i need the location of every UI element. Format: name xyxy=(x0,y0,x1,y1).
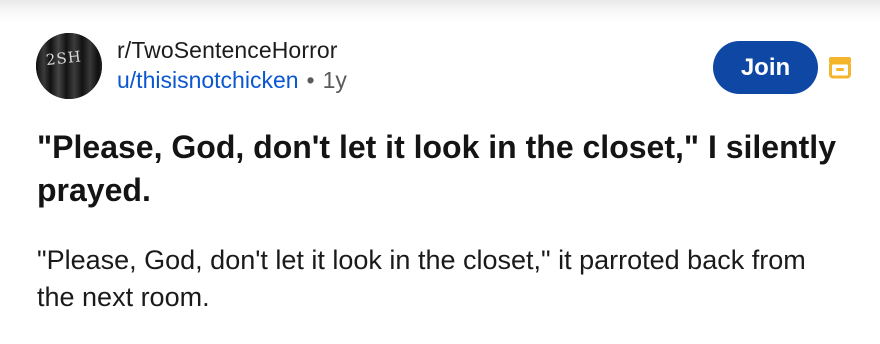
post-title[interactable]: "Please, God, don't let it look in the c… xyxy=(37,126,847,212)
avatar-text: 2SH xyxy=(45,47,83,69)
author-link[interactable]: u/thisisnotchicken xyxy=(117,67,299,93)
subreddit-link[interactable]: r/TwoSentenceHorror xyxy=(117,36,347,64)
join-button[interactable]: Join xyxy=(713,41,818,94)
byline: u/thisisnotchicken • 1y xyxy=(117,66,347,94)
subreddit-avatar[interactable]: 2SH xyxy=(36,33,102,99)
archive-box-icon[interactable] xyxy=(826,53,854,81)
meta-separator: • xyxy=(306,67,315,93)
post-meta: r/TwoSentenceHorror u/thisisnotchicken • 1… xyxy=(117,36,347,94)
curtain-icon: 2SH xyxy=(36,33,102,99)
post-card: 2SH r/TwoSentenceHorror u/thisisnotchick… xyxy=(0,0,880,344)
post-body: "Please, God, don't let it look in the c… xyxy=(37,245,806,312)
post-age: 1y xyxy=(322,67,347,93)
